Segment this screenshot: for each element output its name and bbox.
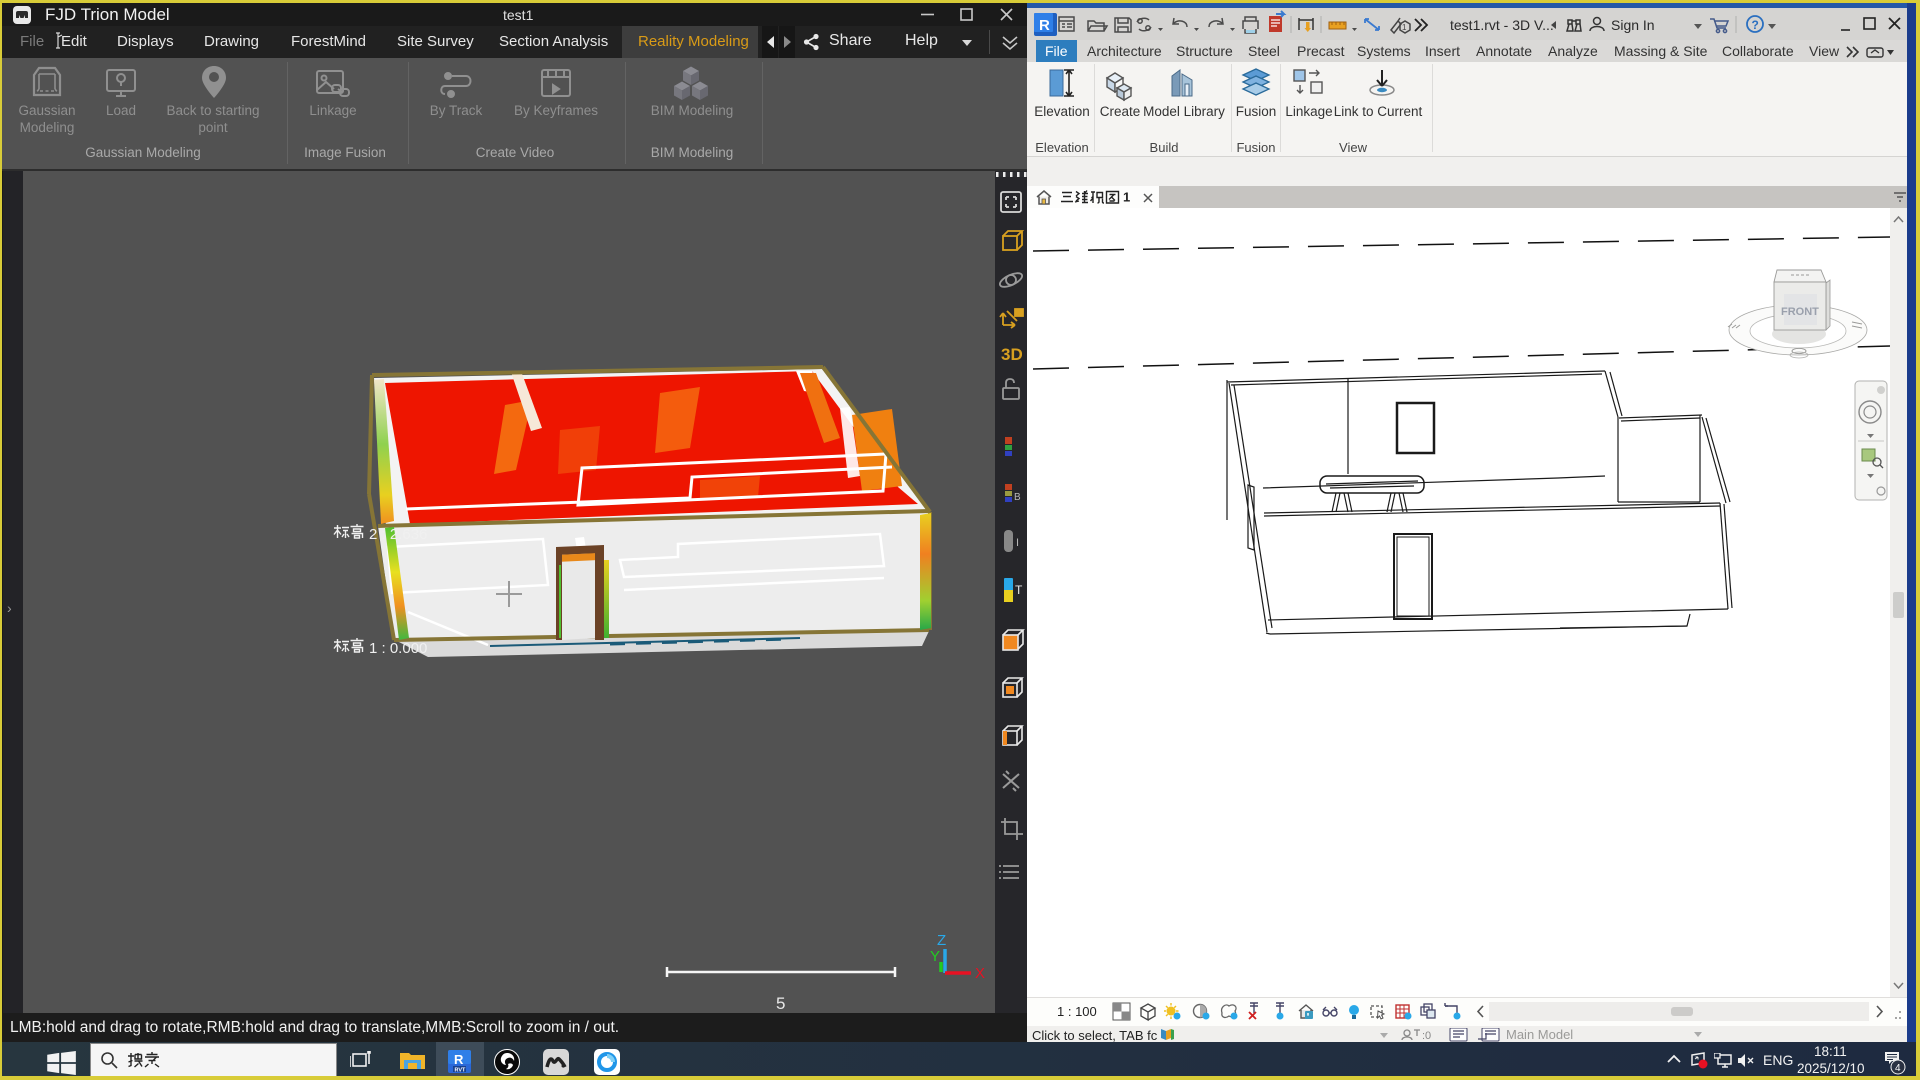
svg-text:1 : 0.000: 1 : 0.000	[369, 640, 427, 657]
svg-text:RVT: RVT	[455, 1068, 467, 1074]
svg-text:I: I	[1016, 537, 1019, 549]
svg-text:R: R	[454, 1052, 464, 1067]
svg-text:?: ?	[1752, 18, 1759, 32]
svg-text:B: B	[1014, 492, 1021, 503]
svg-text:Sign In: Sign In	[1611, 17, 1655, 33]
svg-text:Main Model: Main Model	[1506, 1028, 1573, 1042]
svg-text:R: R	[1039, 17, 1050, 34]
svg-text:4: 4	[1895, 1063, 1901, 1074]
svg-text:test1.rvt - 3D V...: test1.rvt - 3D V...	[1450, 17, 1554, 33]
svg-text:3D: 3D	[1001, 345, 1023, 364]
svg-text:Y: Y	[930, 948, 940, 965]
svg-text:Z: Z	[937, 932, 946, 949]
svg-text:2 : 2.636: 2 : 2.636	[369, 526, 427, 543]
svg-text:X: X	[975, 965, 985, 982]
svg-text:5: 5	[776, 994, 785, 1013]
svg-text:1: 1	[1402, 23, 1407, 32]
svg-text::0: :0	[1422, 1030, 1431, 1042]
svg-text:1: 1	[1123, 190, 1130, 204]
svg-text:FRONT: FRONT	[1781, 306, 1819, 318]
svg-text:T: T	[1015, 583, 1023, 597]
